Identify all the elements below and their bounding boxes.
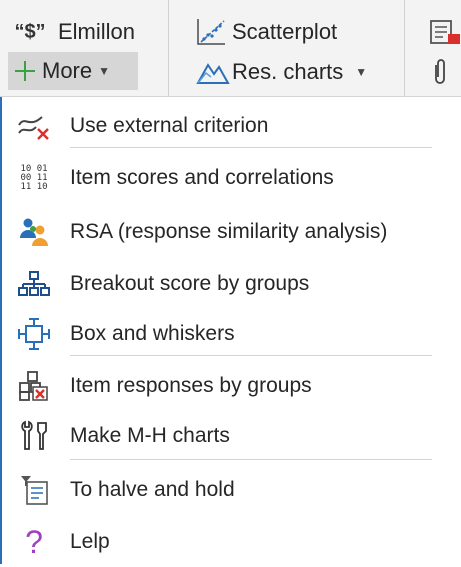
halve-hold-icon (14, 473, 54, 507)
elmillon-label: Elmillon (58, 19, 136, 44)
scatterplot-button[interactable]: Scatterplot (194, 12, 337, 52)
external-criterion-icon (14, 109, 54, 143)
more-button[interactable]: More ▼ (8, 52, 138, 90)
menu-item-label: Breakout score by groups (70, 272, 310, 295)
item-responses-icon (14, 369, 54, 403)
mh-charts-icon (14, 419, 54, 453)
help-icon: ? (25, 523, 43, 560)
more-label: More (42, 58, 93, 83)
menu-item-item-responses[interactable]: Item responses by groups (4, 361, 444, 411)
chevron-down-icon: ▼ (355, 65, 368, 79)
plus-icon (12, 59, 38, 83)
ribbon-separator (404, 0, 405, 96)
menu-item-halve-hold[interactable]: To halve and hold (4, 465, 444, 515)
menu-item-label: Use external criterion (70, 114, 269, 137)
menu-item-mh-charts[interactable]: Make M-H charts (4, 411, 444, 461)
res-charts-button[interactable]: Res. charts ▼ (196, 52, 367, 92)
more-dropdown-menu: Use external criterion 10 01 00 11 11 10… (0, 97, 461, 564)
menu-item-item-scores[interactable]: 10 01 00 11 11 10 Item scores and correl… (4, 153, 444, 203)
menu-item-use-external-criterion[interactable]: Use external criterion (4, 101, 444, 151)
paperclip-icon (430, 57, 450, 87)
dollar-quote-icon: “$” (12, 21, 48, 44)
form-icon (428, 17, 461, 47)
chevron-down-icon: ▼ (98, 64, 111, 78)
box-whiskers-icon (14, 317, 54, 351)
ribbon: “$” Elmillon More ▼ Scatterplot Res. cha… (0, 0, 461, 97)
res-charts-label: Res. charts (232, 59, 344, 84)
form-button[interactable] (428, 12, 461, 52)
scatterplot-icon (194, 17, 228, 47)
menu-item-label: Item scores and correlations (70, 166, 334, 189)
attach-button[interactable] (430, 52, 461, 92)
menu-item-breakout[interactable]: Breakout score by groups (4, 259, 444, 309)
menu-item-help[interactable]: ? Lelp (4, 517, 444, 567)
item-scores-digits-row: 11 10 (20, 181, 48, 192)
breakout-icon (14, 267, 54, 301)
menu-divider (70, 355, 432, 356)
elmillon-button[interactable]: “$” Elmillon (12, 12, 135, 52)
menu-item-label: RSA (response similarity analysis) (70, 220, 388, 243)
ribbon-separator (168, 0, 169, 96)
menu-item-label: Box and whiskers (70, 322, 235, 345)
item-scores-icon: 10 01 00 11 11 10 (14, 161, 54, 195)
menu-item-label: Lelp (70, 530, 110, 553)
rsa-icon (14, 215, 54, 249)
menu-divider (70, 459, 432, 460)
mountain-chart-icon (196, 59, 230, 85)
scatterplot-label: Scatterplot (232, 19, 338, 44)
menu-item-label: Item responses by groups (70, 374, 312, 397)
menu-divider (70, 147, 432, 148)
quote-glyph: “$” (14, 20, 46, 43)
menu-item-label: Make M-H charts (70, 424, 230, 447)
menu-item-label: To halve and hold (70, 478, 235, 501)
menu-item-box-whiskers[interactable]: Box and whiskers (4, 309, 444, 359)
menu-item-rsa[interactable]: RSA (response similarity analysis) (4, 207, 444, 257)
